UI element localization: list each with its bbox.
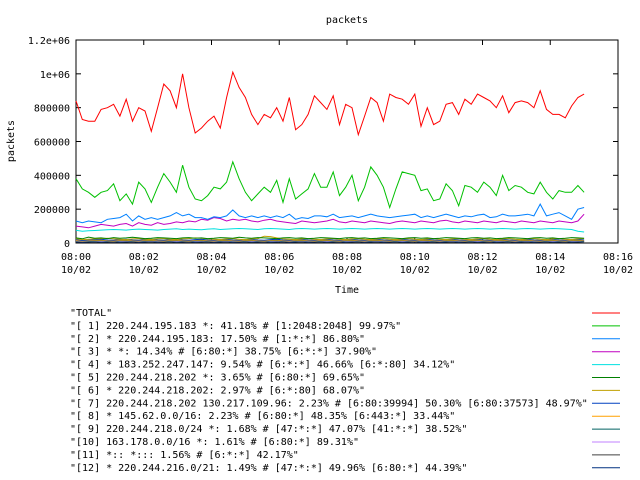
x-tick-time: 08:16 [603, 252, 633, 263]
x-tick-date: 10/02 [467, 265, 497, 276]
series-line [75, 213, 585, 229]
x-tick-time: 08:10 [400, 252, 430, 263]
legend-label: "[ 6] * 220.244.218.202: 2.97% # [6:*:80… [70, 385, 365, 396]
y-tick-label: 1e+06 [40, 70, 70, 81]
x-tick-time: 08:00 [61, 252, 91, 263]
y-tick-label: 1.2e+06 [28, 36, 70, 47]
y-tick-label: 400000 [34, 171, 70, 182]
y-tick-label: 800000 [34, 104, 70, 115]
x-tick-date: 10/02 [400, 265, 430, 276]
x-tick-date: 10/02 [264, 265, 294, 276]
legend-label: "[ 3] * *: 14.34% # [6:80:*] 38.75% [6:*… [70, 347, 377, 358]
packets-chart: packets packets Time 0 200000 400000 600000… [6, 15, 633, 474]
y-tick-label: 0 [64, 239, 70, 250]
x-tick-date: 10/02 [603, 265, 633, 276]
legend-label: "[ 1] 220.244.195.183 *: 41.18% # [1:204… [70, 321, 401, 332]
legend-label: "TOTAL" [70, 308, 112, 319]
legend: "TOTAL" "[ 1] 220.244.195.183 *: 41.18% #… [70, 308, 620, 474]
y-axis-label: packets [6, 120, 17, 162]
legend-label: "[ 2] * 220.244.195.183: 17.50% # [1:*:*… [70, 334, 365, 345]
x-tick-time: 08:06 [264, 252, 294, 263]
y-tick-label: 200000 [34, 205, 70, 216]
legend-label: "[ 5] 220.244.218.202 *: 3.65% # [6:80:*… [70, 373, 365, 384]
x-tick-date: 10/02 [332, 265, 362, 276]
plot-frame [75, 39, 619, 244]
series-line [75, 160, 585, 210]
y-tick-label: 600000 [34, 138, 70, 149]
legend-label: "[ 7] 220.244.218.202 130.217.109.96: 2.… [70, 398, 588, 409]
legend-label: "[ 4] * 183.252.247.147: 9.54% # [6:*:*]… [70, 360, 455, 371]
x-tick-date: 10/02 [61, 265, 91, 276]
series-line [75, 70, 585, 137]
x-tick-time: 08:08 [332, 252, 362, 263]
x-tick-date: 10/02 [535, 265, 565, 276]
x-tick-time: 08:12 [467, 252, 497, 263]
x-tick-date: 10/02 [196, 265, 226, 276]
legend-label: "[ 9] 220.244.218.0/24 *: 1.68% # [47:*:… [70, 424, 467, 435]
x-tick-date: 10/02 [129, 265, 159, 276]
x-axis-label: Time [335, 285, 359, 296]
x-tick-time: 08:02 [129, 252, 159, 263]
series-line [75, 227, 585, 233]
legend-label: "[11] *:: *::: 1.56% # [6:*:*] 42.17%" [70, 450, 299, 461]
legend-label: "[ 8] * 145.62.0.0/16: 2.23% # [6:80:*] … [70, 411, 455, 422]
x-tick-time: 08:14 [535, 252, 565, 263]
chart-title: packets [326, 15, 368, 26]
series-lines [75, 70, 585, 243]
x-tick-time: 08:04 [196, 252, 226, 263]
legend-label: "[10] 163.178.0.0/16 *: 1.61% # [6:80:*]… [70, 437, 359, 448]
legend-label: "[12] * 220.244.216.0/21: 1.49% # [47:*:… [70, 463, 467, 474]
